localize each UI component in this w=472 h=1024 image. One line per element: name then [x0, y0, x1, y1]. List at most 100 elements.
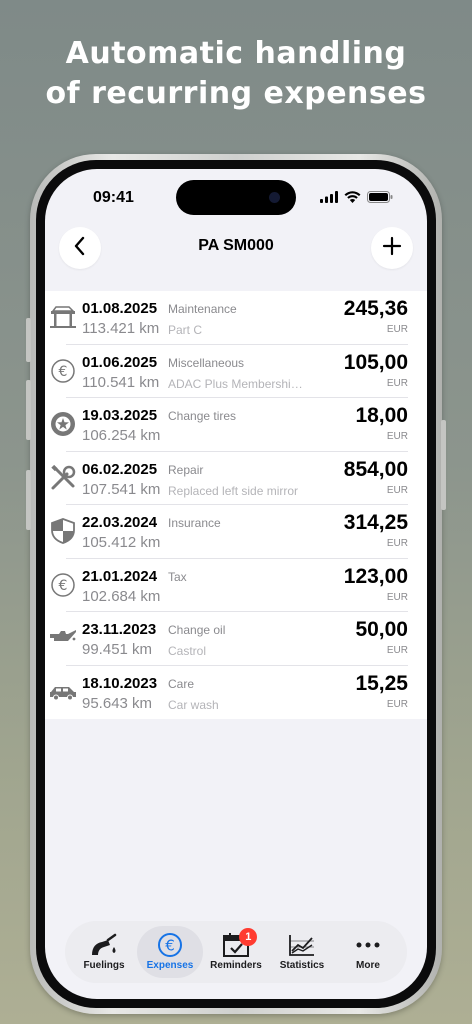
expense-category: Change tires [168, 409, 237, 423]
expense-amount: 245,36 [343, 297, 408, 320]
expense-row[interactable]: 18.10.2023 Care 95.643 km Car wash 15,25… [45, 666, 427, 720]
svg-text:€: € [59, 364, 68, 380]
expense-date: 06.02.2025 [82, 460, 158, 478]
status-icons [320, 190, 393, 208]
expense-category: Miscellaneous [168, 355, 245, 370]
dynamic-island [176, 180, 296, 215]
expense-note: Car wash [168, 697, 219, 712]
expense-date: 18.10.2023 [82, 674, 158, 692]
power-button [441, 420, 446, 510]
expense-amount: 854,00 [343, 457, 408, 481]
expense-currency: EUR [386, 431, 408, 442]
expense-amount: 314,25 [343, 511, 408, 534]
expense-category: Tax [168, 569, 187, 584]
expense-date: 21.01.2024 [82, 567, 158, 585]
fuel-nozzle-icon [90, 932, 118, 958]
shield-icon [49, 517, 77, 545]
expense-odometer: 110.541 km [82, 373, 160, 391]
euro-coin-icon: € [49, 357, 77, 385]
expense-list: 01.08.2025 Maintenance 113.421 km Part C… [45, 291, 427, 719]
expense-amount: 50,00 [355, 618, 408, 641]
oil-can-icon [49, 624, 77, 652]
expense-date: 19.03.2025 [82, 407, 158, 424]
expense-note: Part C [168, 323, 203, 337]
svg-text:€: € [59, 578, 68, 594]
wrench-screwdriver-icon [49, 464, 77, 492]
expense-note: Castrol [168, 644, 207, 658]
expense-row[interactable]: 23.11.2023 Change oil 99.451 km Castrol … [45, 612, 427, 666]
car-lift-icon [49, 303, 77, 331]
headline-line-2: of recurring expenses [45, 76, 427, 111]
reminders-badge: 1 [239, 928, 258, 946]
expense-category: Change oil [168, 623, 226, 637]
expense-currency: EUR [386, 377, 408, 389]
expense-currency: EUR [386, 698, 408, 710]
tab-label: Reminders [210, 960, 262, 971]
expense-currency: EUR [386, 591, 408, 603]
app-screen: 09:41 PA SM000 01.08.2025 Maintenance 11… [45, 169, 427, 999]
status-bar: 09:41 [45, 169, 427, 219]
volume-up-button [26, 318, 31, 362]
expense-odometer: 102.684 km [82, 587, 161, 605]
expense-category: Repair [168, 462, 204, 477]
expense-note: ADAC Plus Membershi… [168, 376, 303, 391]
expense-date: 22.03.2024 [82, 514, 158, 531]
expense-note: Replaced left side mirror [168, 483, 299, 498]
expense-row[interactable]: 22.03.2024 Insurance 105.412 km 314,25 E… [45, 505, 427, 559]
tab-bar: Fuelings € Expenses 1 Reminders Statisti… [65, 921, 407, 983]
expense-category: Care [168, 676, 195, 691]
expense-row[interactable]: 06.02.2025 Repair 107.541 km Replaced le… [45, 452, 427, 505]
wifi-icon [344, 190, 361, 208]
signal-icon [320, 190, 338, 208]
expense-date: 23.11.2023 [82, 621, 157, 638]
expense-odometer: 107.541 km [82, 480, 161, 498]
camera-icon [269, 192, 280, 203]
tab-label: More [356, 960, 380, 971]
expense-amount: 15,25 [355, 671, 408, 695]
tab-more[interactable]: More [335, 926, 401, 978]
expense-category: Insurance [168, 516, 221, 530]
expense-row[interactable]: € 01.06.2025 Miscellaneous 110.541 km AD… [45, 345, 427, 398]
headline: Automatic handling of recurring expenses [0, 34, 472, 114]
expense-amount: 105,00 [343, 350, 408, 374]
euro-coin-icon: € [49, 571, 77, 599]
add-expense-button[interactable] [371, 227, 413, 269]
status-time: 09:41 [93, 189, 134, 206]
more-dots-icon [356, 932, 380, 958]
chart-icon [288, 932, 316, 958]
expense-odometer: 99.451 km [82, 641, 153, 658]
expense-odometer: 105.412 km [82, 534, 161, 551]
plus-icon [382, 236, 402, 261]
action-button [26, 470, 31, 530]
battery-icon [367, 190, 393, 208]
tab-reminders[interactable]: 1 Reminders [203, 926, 269, 978]
expense-currency: EUR [386, 324, 408, 335]
expense-currency: EUR [386, 484, 408, 496]
tire-icon [49, 410, 77, 438]
svg-text:€: € [165, 937, 175, 955]
tab-label: Expenses [146, 960, 194, 971]
tab-label: Fuelings [83, 960, 125, 971]
expense-amount: 123,00 [343, 564, 408, 588]
expense-odometer: 106.254 km [82, 427, 161, 444]
volume-down-button [26, 380, 31, 440]
tab-label: Statistics [279, 960, 325, 971]
page-title: PA SM000 [198, 237, 274, 254]
headline-line-1: Automatic handling [65, 36, 407, 71]
tab-statistics[interactable]: Statistics [269, 926, 335, 978]
expense-row[interactable]: 01.08.2025 Maintenance 113.421 km Part C… [45, 291, 427, 345]
expense-date: 01.08.2025 [82, 300, 158, 317]
expense-odometer: 95.643 km [82, 694, 153, 712]
tab-fuelings[interactable]: Fuelings [71, 926, 137, 978]
expense-odometer: 113.421 km [82, 320, 160, 337]
tab-expenses[interactable]: € Expenses [137, 926, 203, 978]
expense-row[interactable]: 19.03.2025 Change tires 106.254 km 18,00… [45, 398, 427, 452]
expense-category: Maintenance [168, 302, 237, 316]
expense-currency: EUR [386, 538, 408, 549]
euro-circle-icon: € [157, 932, 183, 958]
expense-amount: 18,00 [355, 404, 408, 427]
car-wash-icon [49, 678, 77, 706]
expense-date: 01.06.2025 [82, 353, 158, 371]
expense-row[interactable]: € 21.01.2024 Tax 102.684 km 123,00 EUR [45, 559, 427, 612]
expense-currency: EUR [386, 645, 408, 656]
